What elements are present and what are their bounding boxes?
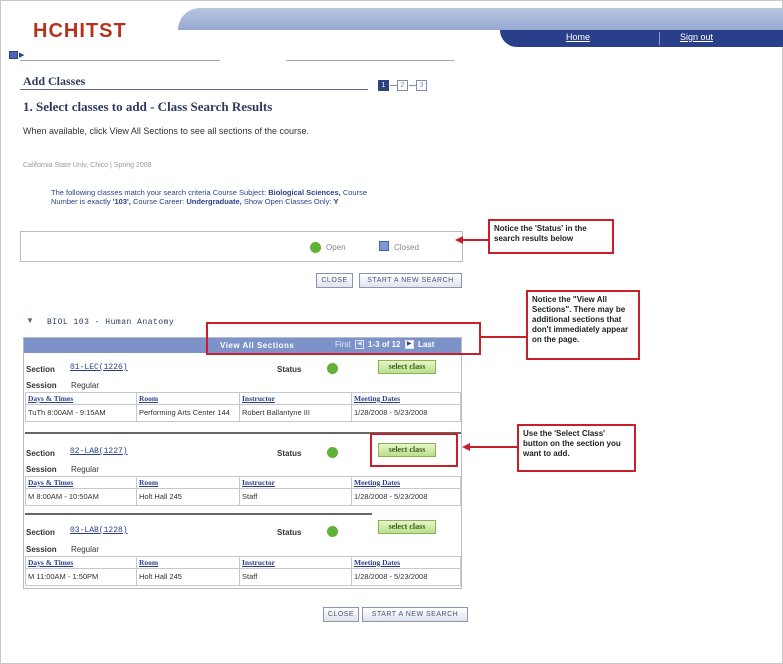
instructor-cell: Staff [239, 568, 352, 586]
nav-divider [659, 32, 660, 45]
new-search-button[interactable]: START A NEW SEARCH [359, 273, 462, 288]
criteria-open-value: Y [333, 197, 339, 206]
meeting-table: Days & Times Room Instructor Meeting Dat… [25, 392, 461, 422]
view-all-highlight [206, 322, 481, 355]
results-heading: 1. Select classes to add - Class Search … [23, 99, 273, 114]
search-criteria: The following classes match your search … [51, 188, 391, 206]
step-3-icon: 3 [416, 80, 427, 91]
dates-cell: 1/28/2008 - 5/23/2008 [351, 568, 461, 586]
select-arrow-line [470, 446, 517, 448]
session-value: Regular [71, 465, 100, 474]
close-button[interactable]: CLOSE [316, 273, 353, 288]
closed-status-icon [379, 241, 389, 251]
room-cell: Performing Arts Center 144 [136, 404, 240, 422]
col-instructor[interactable]: Instructor [239, 556, 352, 569]
select-class-callout: Use the 'Select Class' button on the sec… [517, 424, 636, 472]
step-connector [390, 85, 397, 86]
criteria-subject: Biological Sciences, [268, 188, 341, 197]
col-instructor[interactable]: Instructor [239, 476, 352, 489]
step-connector [409, 85, 416, 86]
section-2-link[interactable]: 02-LAB(1227) [70, 447, 128, 456]
session-label: Session [26, 545, 57, 554]
dates-cell: 1/28/2008 - 5/23/2008 [351, 404, 461, 422]
room-cell: Holt Hall 245 [136, 568, 240, 586]
table-row: TuTh 8:00AM - 9:15AM Performing Arts Cen… [25, 404, 461, 422]
collapse-icon[interactable]: ▼ [26, 316, 34, 325]
open-status-icon [310, 242, 321, 253]
days-times-cell: M 8:00AM - 10:50AM [25, 488, 137, 506]
col-meeting-dates[interactable]: Meeting Dates [351, 392, 461, 405]
sign-out-link[interactable]: Sign out [680, 32, 713, 42]
status-callout: Notice the 'Status' in the search result… [488, 219, 614, 254]
section-label: Section [26, 528, 55, 537]
criteria-career-label: Course Career: [132, 197, 185, 206]
section-divider [25, 513, 372, 515]
course-title: BIOL 103 - Human Anatomy [47, 318, 175, 327]
nav-bar: Home Sign out [500, 30, 783, 47]
days-times-cell: M 11:00AM - 1:50PM [25, 568, 137, 586]
status-open-icon [327, 363, 338, 374]
col-meeting-dates[interactable]: Meeting Dates [351, 556, 461, 569]
menu-arrow-icon: ▶ [19, 52, 25, 59]
title-rule [20, 89, 368, 90]
days-times-cell: TuTh 8:00AM - 9:15AM [25, 404, 137, 422]
section-label: Section [26, 449, 55, 458]
step-2-icon: 2 [397, 80, 408, 91]
session-value: Regular [71, 545, 100, 554]
criteria-prefix: The following classes match your search … [51, 188, 267, 197]
status-open-icon [327, 526, 338, 537]
status-label: Status [277, 365, 302, 374]
new-search-button[interactable]: START A NEW SEARCH [362, 607, 468, 622]
instructor-cell: Robert Ballantyne III [239, 404, 352, 422]
header-rule-left [20, 60, 220, 61]
term-text: California State Univ, Chico | Spring 20… [23, 162, 152, 169]
dates-cell: 1/28/2008 - 5/23/2008 [351, 488, 461, 506]
status-label: Status [277, 449, 302, 458]
table-row: M 8:00AM - 10:50AM Holt Hall 245 Staff 1… [25, 488, 461, 506]
meeting-table: Days & Times Room Instructor Meeting Dat… [25, 476, 461, 506]
col-days-times[interactable]: Days & Times [25, 556, 137, 569]
select-class-button[interactable]: select class [378, 360, 436, 374]
status-label: Status [277, 528, 302, 537]
select-class-button[interactable]: select class [378, 520, 436, 534]
status-arrow-line [463, 239, 488, 241]
status-arrow-icon [455, 236, 463, 244]
header-band [178, 8, 783, 30]
home-link[interactable]: Home [566, 32, 590, 42]
col-days-times[interactable]: Days & Times [25, 476, 137, 489]
instructions-text: When available, click View All Sections … [23, 126, 309, 136]
instructor-cell: Staff [239, 488, 352, 506]
legend-open-label: Open [326, 243, 346, 252]
page-title: Add Classes [23, 74, 86, 88]
header-rule-right [286, 60, 454, 61]
table-row: M 11:00AM - 1:50PM Holt Hall 245 Staff 1… [25, 568, 461, 586]
select-arrow-icon [462, 443, 470, 451]
col-instructor[interactable]: Instructor [239, 392, 352, 405]
menu-icon[interactable] [9, 51, 18, 59]
section-3-link[interactable]: 03-LAB(1228) [70, 526, 128, 535]
view-all-callout: Notice the "View All Sections". There ma… [526, 290, 640, 360]
session-label: Session [26, 465, 57, 474]
col-room[interactable]: Room [136, 476, 240, 489]
logo: HCHITST [33, 20, 127, 42]
status-open-icon [327, 447, 338, 458]
criteria-number: '103', [112, 197, 131, 206]
col-meeting-dates[interactable]: Meeting Dates [351, 476, 461, 489]
step-1-icon: 1 [378, 80, 389, 91]
room-cell: Holt Hall 245 [136, 488, 240, 506]
col-days-times[interactable]: Days & Times [25, 392, 137, 405]
criteria-career: Undergraduate, [186, 197, 242, 206]
col-room[interactable]: Room [136, 392, 240, 405]
section-1-link[interactable]: 01-LEC(1226) [70, 363, 128, 372]
view-all-arrow-line [481, 336, 526, 338]
session-label: Session [26, 381, 57, 390]
legend-closed-label: Closed [394, 243, 419, 252]
col-room[interactable]: Room [136, 556, 240, 569]
select-class-highlight [370, 433, 458, 467]
session-value: Regular [71, 381, 100, 390]
criteria-open-label: Show Open Classes Only: [243, 197, 332, 206]
section-label: Section [26, 365, 55, 374]
close-button[interactable]: CLOSE [323, 607, 359, 622]
meeting-table: Days & Times Room Instructor Meeting Dat… [25, 556, 461, 586]
